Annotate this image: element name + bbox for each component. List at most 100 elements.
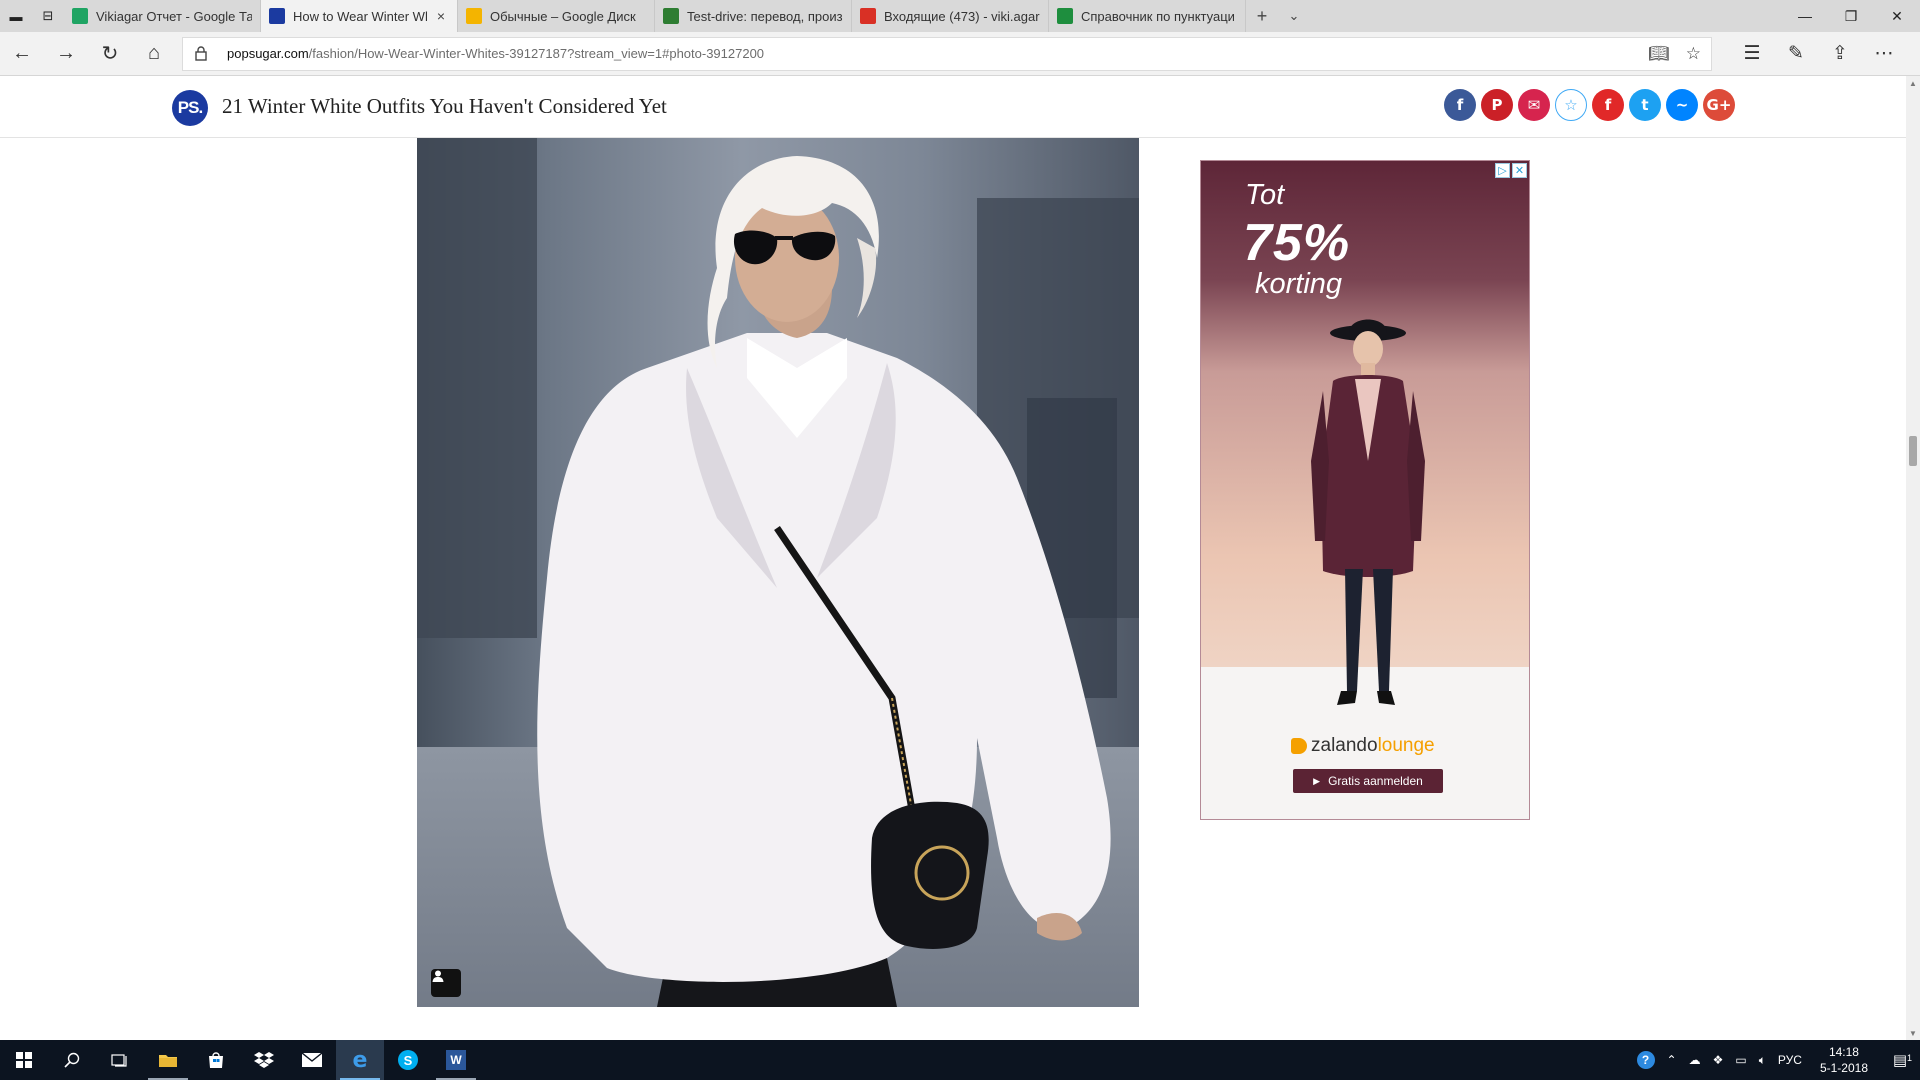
google-plus-share-icon[interactable]: G+ (1703, 89, 1735, 121)
messenger-share-icon[interactable]: ~ (1666, 89, 1698, 121)
onedrive-cloud-icon[interactable]: ☁ (1683, 1053, 1707, 1067)
start-button[interactable] (0, 1040, 48, 1080)
browser-tab-label: Vikiagar Отчет - Google Таб (96, 8, 252, 24)
tab-preview-icon[interactable]: ⊟ (32, 0, 64, 32)
browser-tab-label: Test-drive: перевод, произ (687, 8, 843, 24)
restore-button[interactable]: ❐ (1828, 0, 1874, 32)
popsugar-logo[interactable]: PS. (172, 90, 208, 126)
flipboard-share-icon[interactable]: f (1592, 89, 1624, 121)
browser-tab-strip: ▬ ⊟ Vikiagar Отчет - Google Таб How to We… (0, 0, 1920, 32)
favorite-star-icon[interactable]: ☆ (1555, 89, 1587, 121)
show-hidden-icons-chevron-icon[interactable]: ⌃ (1661, 1053, 1683, 1067)
article-title: 21 Winter White Outfits You Haven't Cons… (222, 94, 667, 118)
mail-icon[interactable] (288, 1040, 336, 1080)
drive-icon (466, 8, 482, 24)
favorites-hub-icon[interactable]: ☰ (1730, 42, 1774, 65)
store-icon[interactable] (192, 1040, 240, 1080)
close-ad-icon[interactable]: ✕ (1512, 163, 1527, 178)
address-bar[interactable]: popsugar.com/fashion/How-Wear-Winter-Whi… (182, 36, 1712, 71)
ad-signup-button[interactable]: ▶ Gratis aanmelden (1293, 769, 1443, 793)
browser-tab[interactable]: Справочник по пунктуаци (1049, 0, 1246, 32)
lock-icon (193, 45, 209, 63)
browser-tab[interactable]: Vikiagar Отчет - Google Таб (64, 0, 261, 32)
zalando-ad-banner[interactable]: ▷ ✕ Tot 75% korting zalando lounge ▶ Grat… (1200, 160, 1530, 820)
network-icon[interactable]: ▭ (1729, 1053, 1752, 1067)
action-center-icon[interactable]: ▤ 1 (1880, 1051, 1920, 1069)
home-button[interactable]: ⌂ (132, 32, 176, 76)
facebook-share-icon[interactable]: f (1444, 89, 1476, 121)
ad-headline-3: korting (1255, 268, 1343, 300)
share-buttons: f P ✉ ☆ f t ~ G+ (1444, 89, 1735, 121)
photo-illustration (417, 138, 1139, 1007)
photo-credit-button[interactable] (431, 969, 461, 997)
word-icon[interactable]: W (432, 1040, 480, 1080)
browser-tab-label: How to Wear Winter Wl (293, 8, 428, 24)
windows-taskbar: e S W ? ⌃ ☁ ❖ ▭ 🔈︎ РУС 14:18 5-1-2018 ▤ … (0, 1040, 1920, 1080)
pinterest-share-icon[interactable]: P (1481, 89, 1513, 121)
reading-view-icon[interactable]: 📖︎ (1648, 44, 1670, 64)
url-path: /fashion/How-Wear-Winter-Whites-39127187… (308, 46, 765, 61)
person-icon (432, 970, 444, 982)
zalando-logo-icon (1291, 738, 1307, 754)
browser-tab-label: Обычные – Google Диск (490, 8, 636, 24)
article-header: PS. 21 Winter White Outfits You Haven't … (0, 76, 1906, 138)
refresh-button[interactable]: ↻ (88, 32, 132, 76)
twitter-share-icon[interactable]: t (1629, 89, 1661, 121)
sheets-icon (72, 8, 88, 24)
url-host: popsugar.com (227, 46, 309, 61)
browser-tab-label: Справочник по пунктуаци (1081, 8, 1235, 24)
gramota-icon (1057, 8, 1073, 24)
clock-time: 14:18 (1828, 1045, 1859, 1059)
notification-count: 1 (1906, 1053, 1912, 1063)
share-icon[interactable]: ⇪ (1818, 42, 1862, 65)
dictionary-icon (663, 8, 679, 24)
file-explorer-icon[interactable] (144, 1040, 192, 1080)
ad-headline-2: 75% (1243, 214, 1351, 272)
task-view-icon[interactable] (96, 1040, 144, 1080)
search-icon[interactable] (48, 1040, 96, 1080)
close-window-button[interactable]: ✕ (1874, 0, 1920, 32)
browser-tab[interactable]: Входящие (473) - viki.agar@ (852, 0, 1049, 32)
tab-previews-chevron-icon[interactable]: ⌄ (1278, 0, 1310, 32)
windows-logo-icon (16, 1052, 32, 1068)
system-tray: ? ⌃ ☁ ❖ ▭ 🔈︎ РУС 14:18 5-1-2018 ▤ 1 (1631, 1040, 1920, 1080)
scroll-down-arrow-icon[interactable]: ▼ (1906, 1026, 1920, 1040)
browser-tab[interactable]: Обычные – Google Диск (458, 0, 655, 32)
scrollbar-thumb[interactable] (1909, 436, 1917, 466)
dropbox-icon[interactable] (240, 1040, 288, 1080)
dropbox-tray-icon[interactable]: ❖ (1707, 1053, 1730, 1067)
browser-tab[interactable]: How to Wear Winter Wl × (261, 0, 458, 32)
clock[interactable]: 14:18 5-1-2018 (1808, 1044, 1880, 1076)
ad-signup-label: Gratis aanmelden (1328, 774, 1423, 788)
edge-browser-icon[interactable]: e (336, 1040, 384, 1080)
popsugar-icon (269, 8, 285, 24)
minimize-button[interactable]: — (1782, 0, 1828, 32)
adchoices-icon[interactable]: ▷ (1495, 163, 1510, 178)
input-language[interactable]: РУС (1772, 1053, 1808, 1067)
clock-date: 5-1-2018 (1819, 1061, 1868, 1075)
gmail-icon (860, 8, 876, 24)
new-tab-button[interactable]: + (1246, 0, 1278, 32)
window-controls: — ❐ ✕ (1782, 0, 1920, 32)
volume-icon[interactable]: 🔈︎ (1753, 1053, 1772, 1068)
ad-model-illustration (1311, 319, 1425, 705)
skype-icon[interactable]: S (384, 1040, 432, 1080)
forward-button[interactable]: → (44, 32, 88, 76)
browser-tab[interactable]: Test-drive: перевод, произ (655, 0, 852, 32)
scroll-up-arrow-icon[interactable]: ▲ (1906, 76, 1920, 90)
play-icon: ▶ (1313, 775, 1321, 786)
email-share-icon[interactable]: ✉ (1518, 89, 1550, 121)
page-scrollbar[interactable]: ▲ ▼ (1906, 76, 1920, 1040)
back-button[interactable]: ← (0, 32, 44, 76)
browser-toolbar: ← → ↻ ⌂ popsugar.com/fashion/How-Wear-Wi… (0, 32, 1920, 76)
more-menu-icon[interactable]: ⋯ (1862, 42, 1906, 65)
zalando-lounge-logo: zalando lounge (1291, 735, 1435, 757)
article-photo[interactable] (417, 138, 1139, 1007)
web-note-pen-icon[interactable]: ✎ (1774, 42, 1818, 65)
browser-tab-label: Входящие (473) - viki.agar@ (884, 8, 1040, 24)
close-tab-icon[interactable]: × (433, 8, 449, 24)
ad-headline-1: Tot (1245, 179, 1285, 211)
set-aside-tabs-icon[interactable]: ▬ (0, 0, 32, 32)
favorite-star-icon[interactable]: ☆ (1686, 44, 1701, 64)
help-icon[interactable]: ? (1631, 1051, 1661, 1069)
